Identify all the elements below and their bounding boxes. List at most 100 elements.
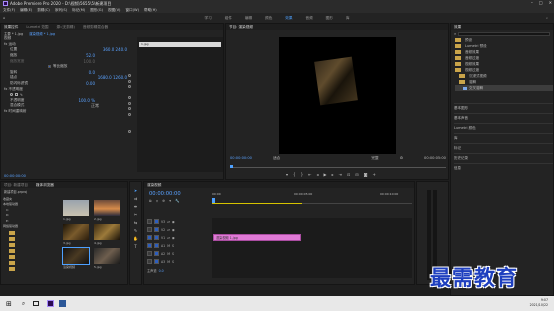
section-info[interactable]: 信息 [454, 163, 553, 173]
track-target[interactable] [154, 219, 159, 224]
selection-tool-icon[interactable]: ➤ [134, 188, 137, 193]
workspace-graphics[interactable]: 图形 [326, 16, 333, 21]
menu-file[interactable]: 文件(F) [3, 8, 15, 13]
nest-icon[interactable]: ⧉ [149, 199, 152, 203]
property-value[interactable]: 1680.0 1260.0 [98, 75, 127, 80]
menu-graphics[interactable]: 图形(G) [90, 8, 103, 13]
ripple-edit-tool-icon[interactable]: ⇼ [134, 204, 137, 209]
play-icon[interactable]: ▶ [323, 172, 326, 177]
lock-toggle[interactable] [147, 243, 152, 248]
effect-controls-timecode[interactable]: 00:00:00:00 [4, 174, 26, 178]
timeline-timecode[interactable]: 00:00:00:00 [149, 191, 181, 197]
lock-toggle[interactable] [147, 219, 152, 224]
property-value[interactable]: 0.0 [89, 70, 95, 75]
solo-toggle[interactable]: S [172, 260, 174, 264]
tab-effects[interactable]: 效果 [454, 25, 461, 30]
mark-in-icon[interactable]: ▾ [286, 172, 288, 177]
pen-mask-icon[interactable]: ✎ [20, 93, 23, 97]
solo-toggle[interactable]: S [172, 244, 174, 248]
eye-icon[interactable]: ◉ [172, 228, 175, 232]
reset-icon[interactable] [128, 96, 131, 100]
sync-icon[interactable]: ⇄ [167, 220, 170, 224]
program-scrub-bar[interactable] [230, 165, 446, 168]
lock-toggle[interactable] [147, 235, 152, 240]
media-thumbnail[interactable] [94, 200, 120, 216]
slip-tool-icon[interactable]: ⇆ [134, 220, 137, 225]
export-frame-icon[interactable]: ◙ [364, 172, 368, 177]
workspace-learn[interactable]: 学习 [205, 16, 212, 21]
sync-icon[interactable]: ⇄ [167, 236, 170, 240]
sync-icon[interactable]: ⇄ [167, 228, 170, 232]
property-value[interactable]: 52.0 [86, 53, 95, 58]
master-volume[interactable]: 0.0 [159, 269, 164, 273]
work-area-bar[interactable] [212, 203, 302, 204]
tab-source[interactable]: 源:(无剪辑) [57, 25, 75, 30]
windows-start-icon[interactable]: ⊞ [6, 300, 12, 308]
program-timecode[interactable]: 00:00:00:00 [230, 156, 252, 160]
menu-view[interactable]: 视图(V) [108, 8, 120, 13]
marker-icon[interactable]: ▾ [169, 199, 171, 203]
reset-icon[interactable] [128, 74, 131, 77]
workspace-audio[interactable]: 音频 [305, 16, 312, 21]
reset-icon[interactable] [128, 129, 131, 133]
track-target[interactable] [154, 227, 159, 232]
menu-marker[interactable]: 标记(M) [72, 8, 85, 13]
settings-icon[interactable]: ⚙ [400, 156, 403, 160]
mute-toggle[interactable]: M [167, 252, 170, 256]
linked-icon[interactable]: ⊕ [162, 199, 165, 203]
eye-icon[interactable]: ◉ [172, 236, 175, 240]
property-label[interactable]: fx 不透明度 [4, 87, 23, 92]
section-lumetri-color[interactable]: Lumetri 颜色 [454, 123, 553, 133]
menu-help[interactable]: 帮助(H) [144, 8, 157, 13]
mark-out-icon[interactable]: { [293, 172, 296, 177]
timeline-ruler[interactable]: 00:00 00:00:05:00 00:00:10:00 [212, 190, 412, 204]
media-thumbnail[interactable] [94, 224, 120, 240]
property-value[interactable]: 360.0 240.0 [103, 47, 127, 52]
tab-media-browser[interactable]: 媒体浏览器 [36, 183, 54, 188]
tab-effect-controls[interactable]: 效果控件 [4, 25, 18, 30]
step-forward-icon[interactable]: ▸ [332, 172, 334, 177]
hand-tool-icon[interactable]: ✋ [133, 236, 138, 241]
lock-toggle[interactable] [147, 251, 152, 256]
track-target[interactable] [154, 235, 159, 240]
section-history[interactable]: 历史记录 [454, 153, 553, 163]
menu-window[interactable]: 窗口(W) [125, 8, 139, 13]
add-button-icon[interactable]: + [373, 172, 376, 177]
snap-icon[interactable]: ∩ [156, 199, 159, 203]
property-value[interactable]: 0.00 [86, 81, 95, 86]
lock-toggle[interactable] [147, 227, 152, 232]
uniform-scale-checkbox[interactable] [48, 65, 51, 69]
section-libraries[interactable]: 库 [454, 133, 553, 143]
maximize-button[interactable]: □ [539, 0, 543, 5]
workspace-color[interactable]: 颜色 [265, 16, 272, 21]
section-essential-sound[interactable]: 基本声音 [454, 113, 553, 123]
track-target[interactable] [154, 243, 159, 248]
media-thumbnail[interactable] [94, 248, 120, 264]
go-to-out-icon[interactable]: ⇥ [339, 172, 342, 177]
clip-label[interactable]: 渲染视频 * 1.jpg [29, 31, 55, 36]
workspace-libraries[interactable]: 库 [346, 16, 350, 21]
reset-icon[interactable] [128, 107, 131, 111]
search-icon[interactable]: ⌕ [22, 300, 25, 308]
rectangle-mask-icon[interactable] [15, 93, 18, 97]
pen-tool-icon[interactable]: ✎ [134, 228, 137, 233]
tab-lumetri-scopes[interactable]: Lumetri 范围 [26, 25, 48, 30]
search-icon[interactable]: ⌕ [546, 16, 548, 20]
system-clock[interactable]: 9:07 2021/10/22 [530, 298, 548, 308]
lift-icon[interactable]: ⊡ [347, 172, 350, 177]
video-clip[interactable]: 渲染视频 1.jpg [213, 234, 301, 241]
razor-tool-icon[interactable]: ✂ [134, 212, 137, 217]
menu-edit[interactable]: 编辑(E) [20, 8, 32, 13]
go-to-in-icon[interactable]: ⇤ [308, 172, 311, 177]
wrench-icon[interactable]: 🔧 [175, 199, 179, 203]
type-tool-icon[interactable]: T [134, 244, 136, 249]
media-thumbnail[interactable] [62, 247, 90, 265]
solo-toggle[interactable]: S [172, 252, 174, 256]
menu-sequence[interactable]: 序列(S) [55, 8, 67, 13]
tree-item[interactable]: 网络驱动器 [3, 224, 59, 230]
blend-mode-select[interactable]: 正常 [91, 103, 99, 109]
reset-icon[interactable] [128, 85, 131, 89]
step-back-icon[interactable]: ◂ [316, 172, 318, 177]
media-thumbnail[interactable] [63, 200, 89, 216]
reset-icon[interactable] [128, 79, 131, 83]
